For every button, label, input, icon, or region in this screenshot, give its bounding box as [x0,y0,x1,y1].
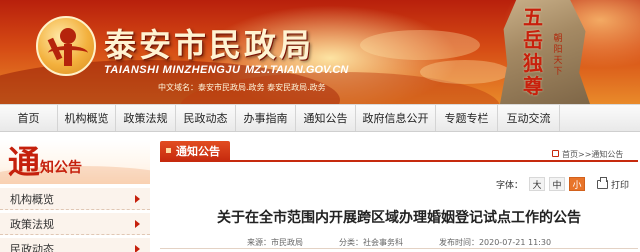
sidebar-item-news[interactable]: 民政动态 [0,238,150,252]
meta-divider [160,248,638,249]
sidebar-item-policies[interactable]: 政策法规 [0,213,150,235]
font-size-medium-button[interactable]: 中 [549,177,566,191]
nav-item-news[interactable]: 民政动态 [176,105,236,131]
breadcrumb[interactable]: 首页>>通知公告 [562,149,623,160]
rock-inscription: 五岳独尊 [523,5,543,98]
article-publish-time: 发布时间：2020-07-21 11:30 [438,238,552,247]
chinese-domain-text: 中文域名：泰安市民政局.政务 泰安民政局.政务 [158,83,326,92]
nav-item-guide[interactable]: 办事指南 [236,105,296,131]
section-tab: 通知公告 [160,141,230,161]
site-pinyin: TAIANSHI MINZHENGJU [104,64,241,76]
print-label: 打印 [611,180,630,191]
arrow-right-icon [135,245,140,252]
square-bullet-icon [166,148,171,153]
nav-item-policies[interactable]: 政策法规 [116,105,176,131]
site-title: 泰安市民政局 [104,26,315,64]
sidebar-title-initial: 通 [8,143,41,181]
nav-item-notices[interactable]: 通知公告 [296,105,356,131]
nav-item-org-overview[interactable]: 机构概览 [58,105,116,131]
sidebar-header: 通 知公告 [0,140,150,184]
main-nav: 首页 机构概览 政策法规 民政动态 办事指南 通知公告 政府信息公开 专题专栏 … [0,104,640,132]
nav-item-interaction[interactable]: 互动交流 [498,105,560,131]
article-category: 分类：社会事务科 [338,238,403,247]
header-banner: 泰安市民政局 TAIANSHI MINZHENGJU MZJ.TAIAN.GOV… [0,0,640,104]
sidebar-item-label: 民政动态 [10,242,54,252]
nav-item-info-disclosure[interactable]: 政府信息公开 [356,105,436,131]
article-title: 关于在全市范围内开展跨区域办理婚姻登记试点工作的公告 [217,210,581,226]
sidebar-title: 知公告 [40,160,82,176]
section-divider [160,160,638,162]
print-button[interactable]: 打印 [597,176,631,191]
nav-item-home[interactable]: 首页 [0,105,58,131]
site-logo[interactable] [36,16,96,76]
sidebar-item-org-overview[interactable]: 机构概览 [0,188,150,210]
logo-mark [64,44,72,66]
logo-mark [60,28,76,44]
home-icon [552,150,559,157]
article-tools: 字体： 大 中 小 打印 [496,176,631,191]
article-source: 来源：市民政局 [246,238,303,247]
banner-cloud [360,30,480,60]
font-size-large-button[interactable]: 大 [529,177,546,191]
nav-item-special-topics[interactable]: 专题专栏 [436,105,498,131]
sidebar-item-label: 机构概览 [10,192,54,206]
font-size-label: 字体： [496,180,524,191]
section-tab-label: 通知公告 [176,145,220,158]
article-meta: 来源：市民政局 分类：社会事务科 发布时间：2020-07-21 11:30 [160,237,638,248]
printer-icon [597,176,609,189]
arrow-right-icon [135,195,140,203]
site-domain: MZJ.TAIAN.GOV.CN [245,64,349,76]
arrow-right-icon [135,220,140,228]
banner-cloud [420,60,510,84]
sidebar-item-label: 政策法规 [10,217,54,231]
rock-inscription-small: 朝阳天下 [553,34,563,77]
font-size-small-button[interactable]: 小 [569,177,586,191]
